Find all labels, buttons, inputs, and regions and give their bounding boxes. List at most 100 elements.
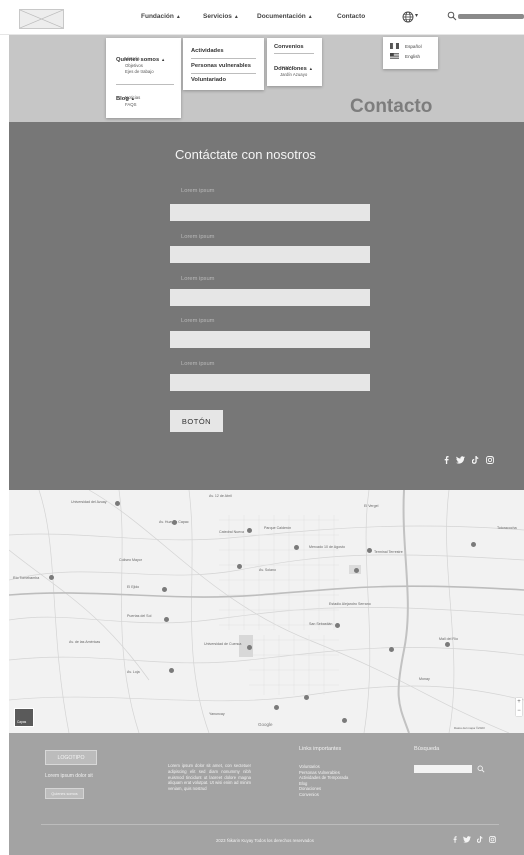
footer-links-title: Links importantes xyxy=(299,746,342,752)
menu-divider xyxy=(191,73,256,74)
map-pin-icon[interactable] xyxy=(471,542,476,547)
map-pin-icon[interactable] xyxy=(445,642,450,647)
form-field-1[interactable] xyxy=(170,204,370,221)
map-label: Av. Solano xyxy=(259,568,277,572)
mexico-flag-icon xyxy=(390,43,399,49)
map-zoom-control[interactable]: + − xyxy=(516,698,522,716)
map-pin-icon[interactable] xyxy=(237,564,242,569)
nav-servicios-label: Servicios xyxy=(203,13,232,20)
form-field-2[interactable] xyxy=(170,246,370,263)
menu-personas-vulnerables[interactable]: Personas vulnerables xyxy=(191,63,251,69)
map-label: Coliseo Mayor xyxy=(119,558,142,562)
language-switcher[interactable]: ▾ xyxy=(402,10,420,23)
map-pin-icon[interactable] xyxy=(115,501,120,506)
map-pin-icon[interactable] xyxy=(247,645,252,650)
social-links xyxy=(444,456,494,464)
dropdown-fundacion: Quienes somos ▲ Historia Objetivos Ejes d… xyxy=(106,38,181,118)
footer-link-actividades[interactable]: Actividades de Temporada xyxy=(299,775,348,781)
contact-form-section xyxy=(9,122,524,490)
instagram-icon[interactable] xyxy=(486,456,494,464)
form-title: Contáctate con nosotros xyxy=(175,147,316,162)
map-label: Parque Calderón xyxy=(264,526,292,530)
menu-convenios[interactable]: Convenios xyxy=(274,44,304,50)
language-english-label: English xyxy=(405,53,421,59)
search-input[interactable] xyxy=(458,14,524,19)
menu-actividades[interactable]: Actividades xyxy=(191,48,224,54)
map-pin-icon[interactable] xyxy=(172,520,177,525)
menu-jardin-azuayo[interactable]: Jardín Azuayo xyxy=(280,72,307,79)
menu-pamac[interactable]: PAMAC xyxy=(280,65,307,72)
zoom-in-button[interactable]: + xyxy=(516,698,522,707)
map-label: Mercado 10 de Agosto xyxy=(309,545,345,549)
field-label: Lorem ipsum xyxy=(181,234,215,240)
field-label: Lorem ipsum xyxy=(181,361,215,367)
chevron-up-icon: ▲ xyxy=(307,14,313,20)
form-field-4[interactable] xyxy=(170,331,370,348)
map-pin-icon[interactable] xyxy=(335,623,340,628)
map-pin-icon[interactable] xyxy=(247,528,252,533)
form-field-5[interactable] xyxy=(170,374,370,391)
google-logo: Google xyxy=(258,722,273,727)
twitter-icon[interactable] xyxy=(463,836,471,843)
map-label: San Sebastián xyxy=(309,622,333,626)
chevron-down-icon: ▾ xyxy=(415,13,419,19)
menu-objetivos[interactable]: Objetivos xyxy=(125,63,154,70)
nav-documentacion[interactable]: Documentación ▲ xyxy=(257,13,313,20)
map-pin-icon[interactable] xyxy=(367,548,372,553)
footer-quienes-somos-button[interactable]: Quienes somos xyxy=(45,788,84,799)
map-label: Universidad del Azuay xyxy=(71,500,107,504)
chevron-up-icon: ▲ xyxy=(233,14,239,20)
menu-faqs[interactable]: FAQS xyxy=(125,102,140,109)
facebook-icon[interactable] xyxy=(444,456,449,464)
tiktok-icon[interactable] xyxy=(472,456,479,464)
map-pin-icon[interactable] xyxy=(342,718,347,723)
menu-ejes-de-trabajo[interactable]: Ejes de trabajo xyxy=(125,69,154,76)
map-label: Mall del Río xyxy=(439,637,458,641)
search-icon[interactable] xyxy=(477,765,485,773)
footer-social-links xyxy=(453,836,496,843)
map-pin-icon[interactable] xyxy=(49,575,54,580)
submit-button[interactable]: BOTÓN xyxy=(170,410,223,432)
map-layers-button[interactable]: Capas xyxy=(14,708,34,727)
menu-divider xyxy=(274,53,314,54)
location-map[interactable]: Universidad del Azuay Av. 12 de Abril Pa… xyxy=(9,490,524,733)
map-pin-icon[interactable] xyxy=(164,617,169,622)
footer-copyright: 2023 Ñikarin Kuyay Todos los derechos re… xyxy=(216,838,314,843)
menu-voluntariado[interactable]: Voluntariado xyxy=(191,77,226,83)
map-pin-icon[interactable] xyxy=(294,545,299,550)
map-pin-icon[interactable] xyxy=(354,568,359,573)
footer-divider xyxy=(41,824,499,825)
nav-fundacion[interactable]: Fundación ▲ xyxy=(141,13,181,20)
map-pin-icon[interactable] xyxy=(389,647,394,652)
language-option-english[interactable]: English xyxy=(390,51,438,61)
instagram-icon[interactable] xyxy=(489,836,496,843)
form-field-3[interactable] xyxy=(170,289,370,306)
language-option-espanol[interactable]: Español xyxy=(390,41,438,51)
map-pin-icon[interactable] xyxy=(274,705,279,710)
tiktok-icon[interactable] xyxy=(477,836,483,843)
map-pin-icon[interactable] xyxy=(169,668,174,673)
map-label: Río Tomebamba xyxy=(13,576,40,580)
dropdown-documentacion: Convenios Donaciones ▲ PAMAC Jardín Azuay… xyxy=(267,38,322,86)
footer-paragraph: Lorem ipsum dolor sit amet, con sectetue… xyxy=(168,763,251,792)
map-label: Av. de las Américas xyxy=(69,640,101,644)
nav-servicios[interactable]: Servicios ▲ xyxy=(203,13,239,20)
footer-logo: LOGOTIPO xyxy=(45,750,97,765)
footer-links: Voluntarios Personas Vulnerables Activid… xyxy=(299,764,348,798)
page-title: Contacto xyxy=(350,96,433,117)
map-label: Monay xyxy=(419,677,430,681)
map-label: El Vergel xyxy=(364,504,379,508)
footer-search-input[interactable] xyxy=(414,765,472,773)
footer-link-convenios[interactable]: Convenios xyxy=(299,792,348,798)
facebook-icon[interactable] xyxy=(453,836,457,843)
menu-noticias[interactable]: Noticias xyxy=(125,95,140,102)
search-icon[interactable] xyxy=(447,11,457,21)
map-pin-icon[interactable] xyxy=(162,587,167,592)
map-layers-label: Capas xyxy=(17,720,27,724)
twitter-icon[interactable] xyxy=(456,456,465,464)
nav-contacto[interactable]: Contacto xyxy=(337,13,365,20)
zoom-out-button[interactable]: − xyxy=(516,707,522,716)
image-placeholder-icon[interactable] xyxy=(19,9,64,29)
map-pin-icon[interactable] xyxy=(304,695,309,700)
menu-historia[interactable]: Historia xyxy=(125,56,154,63)
